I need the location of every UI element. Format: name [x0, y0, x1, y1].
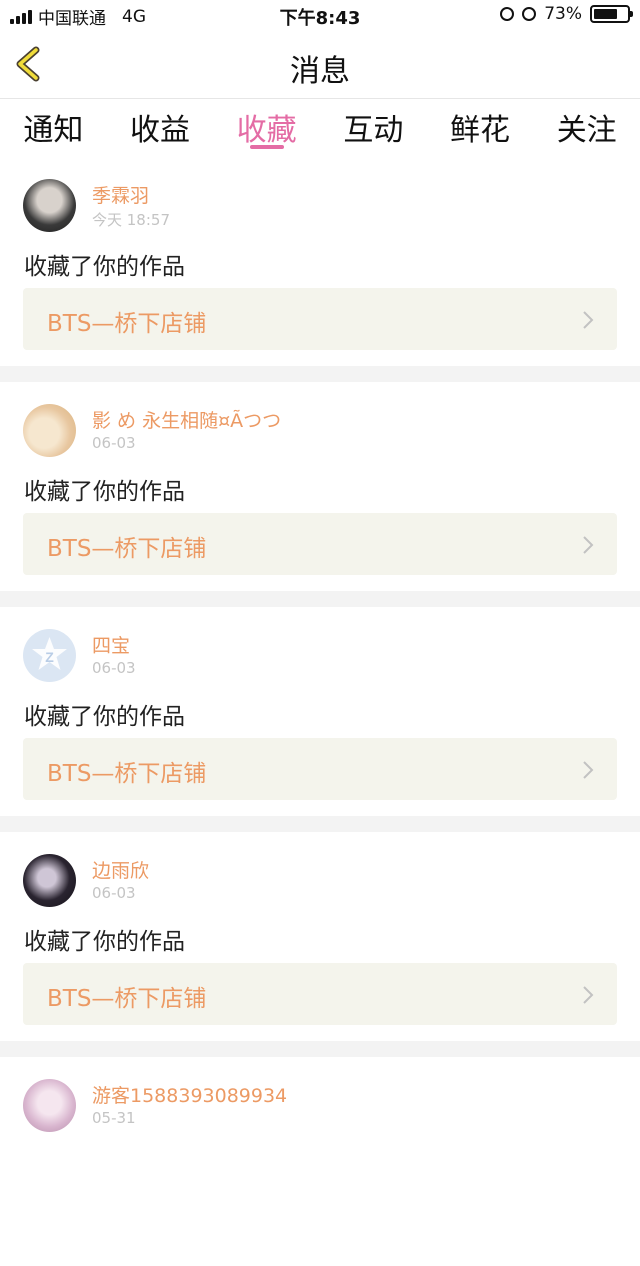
status-bar: 中国联通 4G 下午8:43 73%	[0, 0, 640, 32]
avatar[interactable]	[23, 854, 76, 907]
user-name[interactable]: 游客1588393089934	[92, 1081, 287, 1108]
chevron-right-icon	[583, 761, 594, 779]
divider	[0, 591, 640, 607]
work-link[interactable]: BTS—桥下店铺	[23, 288, 617, 350]
work-link[interactable]: BTS—桥下店铺	[23, 513, 617, 575]
chevron-left-icon	[16, 46, 40, 82]
user-name[interactable]: 边雨欣	[92, 856, 149, 883]
tab-follow[interactable]: 关注	[533, 99, 640, 157]
work-title: BTS—桥下店铺	[47, 311, 207, 337]
avatar[interactable]	[23, 179, 76, 232]
work-title: BTS—桥下店铺	[47, 536, 207, 562]
page-title: 消息	[290, 54, 350, 89]
chevron-right-icon	[583, 986, 594, 1004]
nav-bar: 消息	[0, 32, 640, 99]
user-name[interactable]: 四宝	[92, 631, 130, 658]
message-action: 收藏了你的作品	[24, 929, 185, 955]
message-time: 06-03	[92, 884, 136, 902]
message-action: 收藏了你的作品	[24, 704, 185, 730]
status-right: 73%	[500, 4, 633, 24]
divider	[0, 816, 640, 832]
message-time: 06-03	[92, 434, 136, 452]
message-action: 收藏了你的作品	[24, 254, 185, 280]
work-link[interactable]: BTS—桥下店铺	[23, 963, 617, 1025]
tab-bar: 通知 收益 收藏 互动 鲜花 关注	[0, 99, 640, 157]
work-title: BTS—桥下店铺	[47, 761, 207, 787]
avatar[interactable]	[23, 1079, 76, 1132]
svg-text:Z: Z	[45, 649, 54, 665]
tab-interaction[interactable]: 互动	[320, 99, 427, 157]
user-name[interactable]: 影 め 永生相随¤Ãつつ	[92, 406, 281, 433]
default-avatar-icon: Z	[32, 637, 67, 670]
tab-earnings[interactable]: 收益	[107, 99, 214, 157]
message-list: 季霖羽 今天 18:57 收藏了你的作品 BTS—桥下店铺 影 め 永生相随¤Ã…	[0, 157, 640, 1266]
list-item: Z 四宝 06-03 收藏了你的作品 BTS—桥下店铺	[0, 607, 640, 816]
battery-percent: 73%	[544, 4, 582, 24]
work-link[interactable]: BTS—桥下店铺	[23, 738, 617, 800]
message-action: 收藏了你的作品	[24, 479, 185, 505]
tab-flowers[interactable]: 鲜花	[427, 99, 534, 157]
battery-icon	[590, 5, 633, 23]
list-item: 边雨欣 06-03 收藏了你的作品 BTS—桥下店铺	[0, 832, 640, 1041]
list-item: 季霖羽 今天 18:57 收藏了你的作品 BTS—桥下店铺	[0, 157, 640, 366]
divider	[0, 366, 640, 382]
list-item: 游客1588393089934 05-31	[0, 1057, 640, 1266]
message-time: 06-03	[92, 659, 136, 677]
tab-favorites[interactable]: 收藏	[213, 99, 320, 157]
user-name[interactable]: 季霖羽	[92, 181, 149, 208]
list-item: 影 め 永生相随¤Ãつつ 06-03 收藏了你的作品 BTS—桥下店铺	[0, 382, 640, 591]
avatar[interactable]: Z	[23, 629, 76, 682]
tab-notice[interactable]: 通知	[0, 99, 107, 157]
chevron-right-icon	[583, 536, 594, 554]
orientation-lock-icon	[500, 7, 515, 21]
work-title: BTS—桥下店铺	[47, 986, 207, 1012]
avatar[interactable]	[23, 404, 76, 457]
alarm-icon	[522, 7, 537, 21]
message-time: 今天 18:57	[92, 211, 170, 229]
message-time: 05-31	[92, 1109, 136, 1127]
back-button[interactable]	[10, 42, 54, 86]
chevron-right-icon	[583, 311, 594, 329]
divider	[0, 1041, 640, 1057]
